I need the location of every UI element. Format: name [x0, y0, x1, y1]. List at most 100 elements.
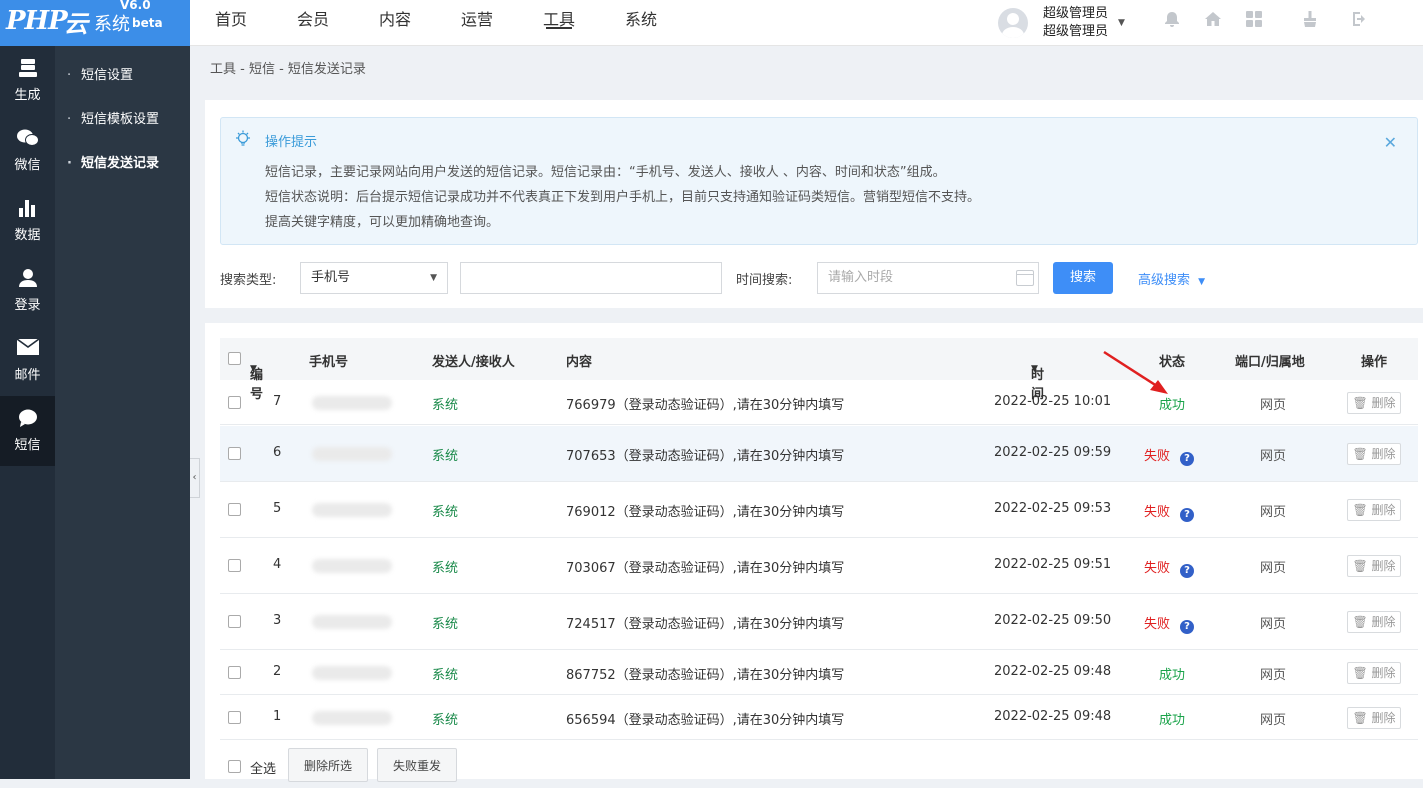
row-checkbox[interactable]	[228, 503, 241, 516]
col-content: 内容	[566, 355, 593, 370]
row-content: 707653（登录动态验证码）,请在30分钟内填写	[566, 449, 845, 464]
envelope-icon	[0, 338, 55, 362]
row-sender[interactable]: 系统	[432, 664, 458, 683]
user-menu[interactable]: 超级管理员 超级管理员 ▼	[998, 4, 1125, 42]
logout-icon[interactable]	[1350, 10, 1370, 30]
nav-system[interactable]: 系统	[600, 0, 682, 46]
broom-icon[interactable]	[1300, 10, 1320, 30]
row-port: 网页	[1260, 713, 1287, 728]
delete-button[interactable]: 🗑 删除	[1347, 555, 1401, 577]
row-sender[interactable]: 系统	[432, 501, 458, 520]
row-time: 2022-02-25 09:53	[994, 501, 1112, 516]
bell-icon[interactable]	[1162, 10, 1182, 30]
delete-button[interactable]: 🗑 删除	[1347, 499, 1401, 521]
nav-operation[interactable]: 运营	[436, 0, 518, 46]
subnav-sms-template[interactable]: 短信模板设置	[55, 90, 190, 150]
subnav-sms-settings[interactable]: 短信设置	[55, 46, 190, 106]
question-icon[interactable]: ?	[1180, 452, 1195, 466]
app-logo[interactable]: PHP 云 系统 V6.0 beta	[0, 0, 190, 46]
question-icon[interactable]: ?	[1180, 620, 1195, 634]
delete-button[interactable]: 🗑 删除	[1347, 662, 1401, 684]
sidebar-item-mail[interactable]: 邮件	[0, 326, 55, 396]
row-id: 7	[273, 394, 282, 409]
table-row: 7 系统 766979（登录动态验证码）,请在30分钟内填写 2022-02-25 1…	[220, 380, 1418, 425]
nav-home[interactable]: 首页	[190, 0, 272, 46]
advanced-search-label: 高级搜索	[1138, 273, 1191, 288]
sidebar-item-wechat[interactable]: 微信	[0, 116, 55, 186]
row-phone-blurred	[312, 559, 392, 573]
row-sender[interactable]: 系统	[432, 613, 458, 632]
row-checkbox[interactable]	[228, 447, 241, 460]
sidebar-label: 数据	[14, 228, 41, 243]
row-checkbox[interactable]	[228, 711, 241, 724]
sidebar-item-login[interactable]: 登录	[0, 256, 55, 326]
row-content: 766979（登录动态验证码）,请在30分钟内填写	[566, 398, 845, 413]
sidebar-label: 邮件	[14, 368, 41, 383]
delete-button[interactable]: 🗑 删除	[1347, 443, 1401, 465]
select-all-checkbox-header[interactable]	[228, 352, 241, 365]
advanced-search-link[interactable]: 高级搜索 ▼	[1138, 269, 1205, 288]
row-port: 网页	[1260, 668, 1287, 683]
sidebar-item-sms[interactable]: 短信	[0, 396, 55, 466]
row-time: 2022-02-25 09:48	[994, 709, 1112, 724]
close-icon[interactable]: ✕	[1384, 133, 1397, 152]
sidebar-item-data[interactable]: 数据	[0, 186, 55, 256]
nav-tools[interactable]: 工具	[518, 0, 600, 46]
date-range-input[interactable]: 请输入时段	[817, 262, 1039, 294]
lightbulb-icon	[235, 130, 251, 148]
question-icon[interactable]: ?	[1180, 564, 1195, 578]
sidebar-label: 短信	[14, 438, 41, 453]
caret-down-icon: ▼	[1198, 277, 1206, 287]
row-sender[interactable]: 系统	[432, 394, 458, 413]
row-sender[interactable]: 系统	[432, 557, 458, 576]
subnav-sms-records[interactable]: 短信发送记录	[55, 134, 190, 194]
col-port: 端口/归属地	[1235, 355, 1305, 370]
home-icon[interactable]	[1203, 10, 1223, 30]
caret-down-icon: ▼	[1118, 18, 1125, 28]
trash-icon: 🗑	[1352, 447, 1368, 461]
row-phone-blurred	[312, 447, 392, 461]
tips-box: 操作提示 ✕ 短信记录，主要记录网站向用户发送的短信记录。短信记录由：“手机号、…	[220, 117, 1418, 245]
col-action: 操作	[1361, 355, 1388, 370]
trash-icon: 🗑	[1352, 503, 1368, 517]
col-phone: 手机号	[309, 355, 349, 370]
row-checkbox[interactable]	[228, 559, 241, 572]
trash-icon: 🗑	[1352, 666, 1368, 680]
select-all-checkbox[interactable]	[228, 760, 241, 773]
sidebar-item-generate[interactable]: 生成	[0, 46, 55, 116]
sidebar-label: 微信	[14, 158, 41, 173]
delete-button[interactable]: 🗑 删除	[1347, 392, 1401, 414]
delete-button[interactable]: 🗑 删除	[1347, 707, 1401, 729]
row-content: 724517（登录动态验证码）,请在30分钟内填写	[566, 617, 845, 632]
sub-sidebar: 短信设置 短信模板设置 短信发送记录	[55, 46, 190, 779]
calendar-icon[interactable]	[1016, 270, 1034, 286]
row-sender[interactable]: 系统	[432, 709, 458, 728]
resend-failed-button[interactable]: 失败重发	[377, 748, 457, 782]
sidebar-collapse-toggle[interactable]: ‹	[190, 458, 200, 498]
row-sender[interactable]: 系统	[432, 445, 458, 464]
keyword-input[interactable]	[460, 262, 722, 294]
records-panel: 编号 ▼ 手机号 发送人/接收人 内容 时间 ▼ 状态 端口/归属地 操作 7 系统 7…	[205, 323, 1423, 782]
row-time: 2022-02-25 09:50	[994, 613, 1112, 628]
search-type-label: 搜索类型:	[220, 273, 277, 288]
nav-member[interactable]: 会员	[272, 0, 354, 46]
row-checkbox[interactable]	[228, 666, 241, 679]
tips-line: 短信记录，主要记录网站向用户发送的短信记录。短信记录由：“手机号、发送人、接收人…	[265, 165, 946, 180]
row-port: 网页	[1260, 398, 1287, 413]
row-content: 703067（登录动态验证码）,请在30分钟内填写	[566, 561, 845, 576]
delete-selected-button[interactable]: 删除所选	[288, 748, 368, 782]
grid-icon[interactable]	[1244, 10, 1264, 30]
avatar	[998, 8, 1028, 38]
breadcrumb: 工具 - 短信 - 短信发送记录	[210, 62, 366, 77]
row-time: 2022-02-25 09:59	[994, 445, 1112, 460]
question-icon[interactable]: ?	[1180, 508, 1195, 522]
row-checkbox[interactable]	[228, 615, 241, 628]
row-checkbox[interactable]	[228, 396, 241, 409]
search-type-select[interactable]: 手机号 ▼	[300, 262, 448, 294]
delete-button[interactable]: 🗑 删除	[1347, 611, 1401, 633]
nav-content[interactable]: 内容	[354, 0, 436, 46]
database-icon	[0, 58, 55, 82]
search-button[interactable]: 搜索	[1053, 262, 1113, 294]
status-badge: 失败?	[1144, 501, 1195, 522]
row-port: 网页	[1260, 449, 1287, 464]
